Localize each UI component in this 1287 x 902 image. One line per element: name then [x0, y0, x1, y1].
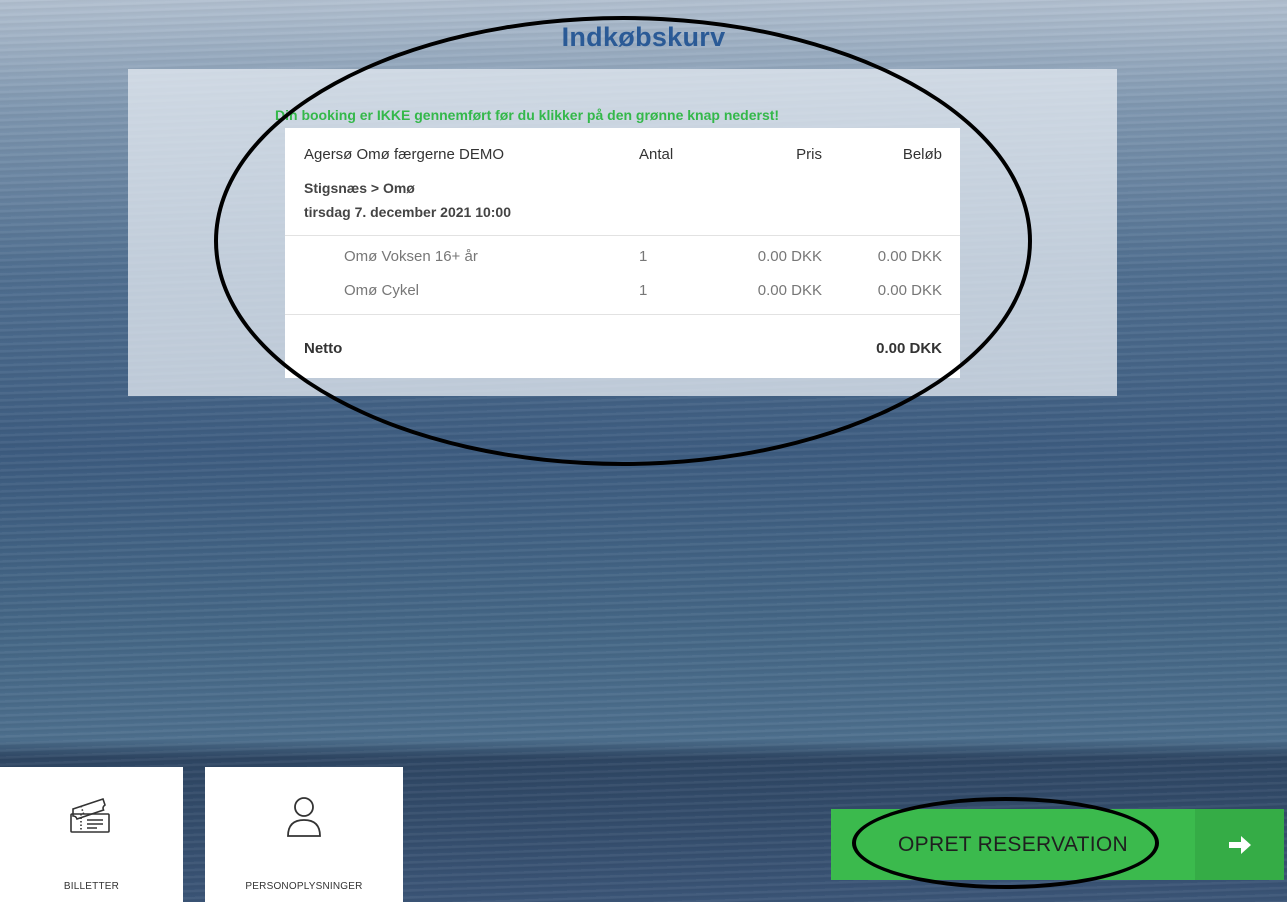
net-row: Netto 0.00 DKK: [285, 314, 960, 378]
column-qty: Antal: [639, 146, 674, 163]
item-name: Omø Cykel: [344, 282, 419, 299]
tab-personoplysninger[interactable]: PERSONOPLYSNINGER: [205, 767, 403, 902]
route: Stigsnæs > Omø: [304, 180, 415, 196]
tab-billetter[interactable]: BILLETTER: [0, 767, 183, 902]
item-qty: 1: [639, 282, 648, 299]
net-label: Netto: [304, 340, 343, 357]
cart-header: Agersø Omø færgerne DEMO Antal Pris Belø…: [285, 128, 960, 236]
booking-warning: Din booking er IKKE gennemført før du kl…: [275, 107, 780, 123]
create-reservation-button[interactable]: OPRET RESERVATION: [831, 809, 1284, 880]
tab-label: PERSONOPLYSNINGER: [245, 881, 363, 892]
company-name: Agersø Omø færgerne DEMO: [304, 146, 505, 163]
item-amount: 0.00 DKK: [877, 248, 942, 265]
item-amount: 0.00 DKK: [877, 282, 942, 299]
user-icon: [284, 795, 324, 844]
departure-time: tirsdag 7. december 2021 10:00: [304, 204, 512, 220]
item-qty: 1: [639, 248, 648, 265]
item-price: 0.00 DKK: [757, 248, 822, 265]
net-value: 0.00 DKK: [876, 340, 942, 357]
column-price: Pris: [796, 146, 822, 163]
item-price: 0.00 DKK: [757, 282, 822, 299]
arrow-right-icon[interactable]: [1195, 809, 1284, 880]
tab-label: BILLETTER: [63, 881, 120, 892]
page-title: Indkøbskurv: [561, 22, 726, 52]
create-reservation-label: OPRET RESERVATION: [898, 832, 1128, 856]
item-name: Omø Voksen 16+ år: [344, 248, 478, 265]
cart-table: Agersø Omø færgerne DEMO Antal Pris Belø…: [285, 128, 960, 378]
ticket-icon: [69, 795, 115, 840]
column-amount: Beløb: [902, 146, 942, 163]
